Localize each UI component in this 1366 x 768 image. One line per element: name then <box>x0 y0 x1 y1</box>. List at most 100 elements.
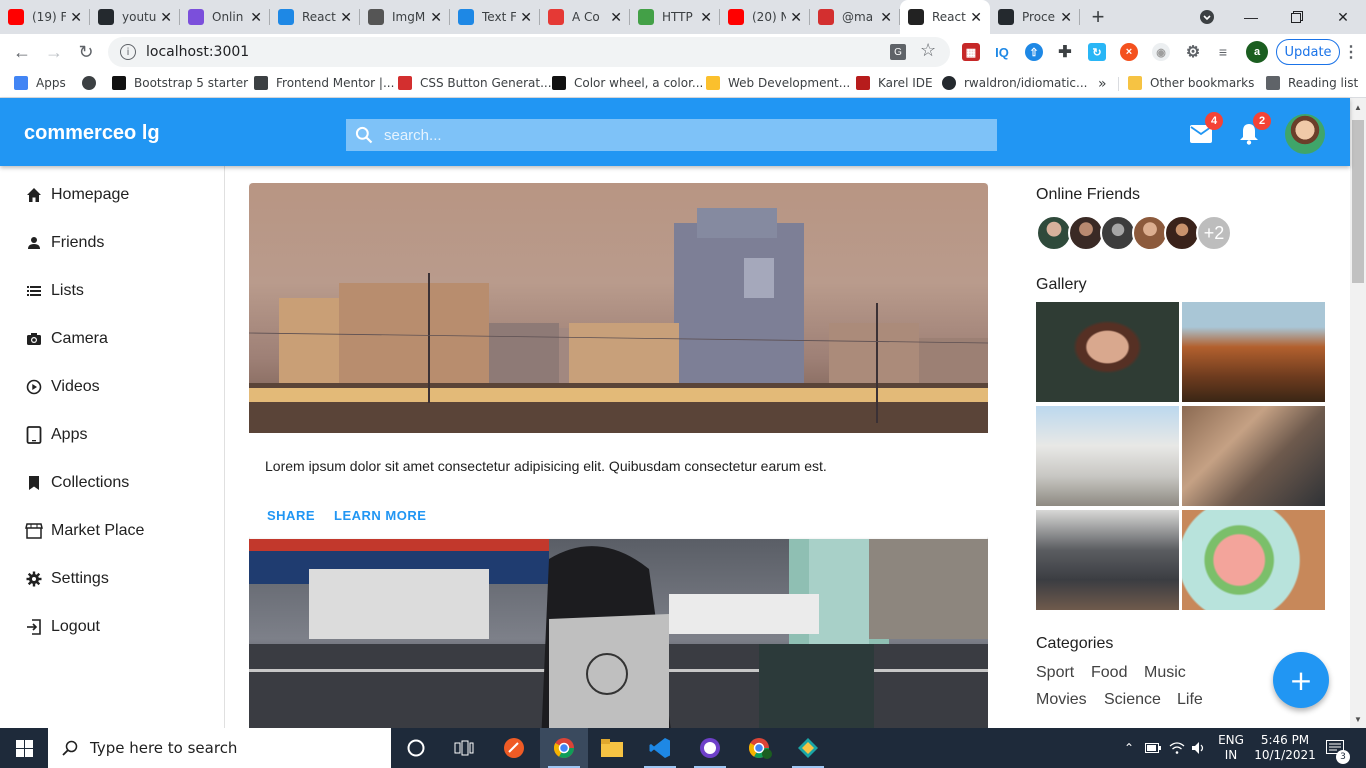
online-friend-avatar[interactable] <box>1068 215 1104 251</box>
sidebar-item-settings[interactable]: Settings <box>0 555 224 603</box>
tab-close-icon[interactable]: ✕ <box>430 9 442 26</box>
move-extension-icon[interactable]: ✚ <box>1056 43 1074 61</box>
category-chip-music[interactable]: Music <box>1144 664 1186 682</box>
extension-icon-5[interactable]: ↻ <box>1088 43 1106 61</box>
github-desktop-icon[interactable] <box>686 728 734 768</box>
category-chip-life[interactable]: Life <box>1177 691 1203 709</box>
minimize-icon[interactable]: — <box>1228 0 1274 34</box>
scrollbar-thumb[interactable] <box>1352 120 1364 283</box>
notifications-button[interactable]: 2 <box>1237 112 1271 146</box>
browser-tab[interactable]: Onlin ✕ <box>180 0 270 34</box>
extension-icon-1[interactable]: ▦ <box>962 43 980 61</box>
share-button[interactable]: SHARE <box>267 508 315 523</box>
iq-extension-icon[interactable]: IQ <box>993 43 1011 61</box>
bookmark-item[interactable] <box>82 76 104 90</box>
extension-icon-3[interactable]: ⇧ <box>1025 43 1043 61</box>
add-fab-button[interactable]: + <box>1273 652 1329 708</box>
page-scrollbar[interactable]: ▲ ▼ <box>1350 98 1366 728</box>
language-indicator[interactable]: ENG IN <box>1214 728 1248 768</box>
more-friends-avatar[interactable]: +2 <box>1196 215 1232 251</box>
gallery-image[interactable] <box>1036 406 1179 506</box>
tab-close-icon[interactable]: ✕ <box>970 9 982 26</box>
sidebar-item-friends[interactable]: Friends <box>0 219 224 267</box>
tab-close-icon[interactable]: ✕ <box>160 9 172 26</box>
gallery-image[interactable] <box>1182 510 1325 610</box>
bookmark-item[interactable]: Web Development... <box>706 76 850 90</box>
browser-tab[interactable]: @ma ✕ <box>810 0 900 34</box>
wifi-icon[interactable] <box>1168 728 1186 768</box>
forward-arrow-icon[interactable]: → <box>38 36 70 68</box>
tab-close-icon[interactable]: ✕ <box>790 9 802 26</box>
windows-start-button[interactable] <box>0 728 48 768</box>
browser-tab[interactable]: youtu ✕ <box>90 0 180 34</box>
bookmark-item[interactable]: Bootstrap 5 starter <box>112 76 248 90</box>
restore-icon[interactable] <box>1274 0 1320 34</box>
browser-tab[interactable]: ImgM ✕ <box>360 0 450 34</box>
bookmark-item[interactable]: Color wheel, a color... <box>552 76 703 90</box>
file-explorer-icon[interactable] <box>588 728 636 768</box>
bookmark-item[interactable]: Other bookmarks <box>1128 76 1254 90</box>
tab-close-icon[interactable]: ✕ <box>610 9 622 26</box>
reload-icon[interactable]: ↻ <box>70 36 102 68</box>
url-field[interactable]: i localhost:3001 G ☆ <box>108 37 950 67</box>
tab-search-icon[interactable] <box>1184 0 1230 34</box>
category-chip-food[interactable]: Food <box>1091 664 1127 682</box>
browser-tab[interactable]: HTTP ✕ <box>630 0 720 34</box>
volume-icon[interactable] <box>1190 728 1208 768</box>
bookmark-item[interactable]: Frontend Mentor |... <box>254 76 394 90</box>
translate-icon[interactable]: G <box>890 44 906 60</box>
extension-icon-6[interactable]: × <box>1120 43 1138 61</box>
browser-tab[interactable]: React ✕ <box>900 0 990 34</box>
chrome-menu-icon[interactable]: ⋮ <box>1342 43 1360 61</box>
online-friend-avatar[interactable] <box>1036 215 1072 251</box>
online-friend-avatar[interactable] <box>1132 215 1168 251</box>
search-input[interactable] <box>384 126 984 144</box>
browser-tab[interactable]: React ✕ <box>270 0 360 34</box>
sidebar-item-collections[interactable]: Collections <box>0 459 224 507</box>
tab-close-icon[interactable]: ✕ <box>70 9 82 26</box>
tab-close-icon[interactable]: ✕ <box>880 9 892 26</box>
info-icon[interactable]: i <box>120 44 136 60</box>
postman-icon[interactable] <box>490 728 538 768</box>
scroll-up-arrow-icon[interactable]: ▲ <box>1353 102 1363 112</box>
bookmark-item[interactable]: Reading list <box>1266 76 1358 90</box>
chrome-taskbar-icon[interactable] <box>540 728 588 768</box>
puzzle-extensions-icon[interactable]: ⚙ <box>1184 43 1202 61</box>
learn-more-button[interactable]: LEARN MORE <box>334 508 426 523</box>
search-box[interactable] <box>346 119 997 151</box>
battery-icon[interactable] <box>1144 728 1162 768</box>
bookmark-item[interactable]: Apps <box>14 76 66 90</box>
taskbar-search[interactable]: Type here to search <box>48 728 391 768</box>
category-chip-sport[interactable]: Sport <box>1036 664 1074 682</box>
tab-close-icon[interactable]: ✕ <box>250 9 262 26</box>
scroll-down-arrow-icon[interactable]: ▼ <box>1353 714 1363 724</box>
sidebar-item-lists[interactable]: Lists <box>0 267 224 315</box>
close-window-icon[interactable]: ✕ <box>1320 0 1366 34</box>
gallery-image[interactable] <box>1182 302 1325 402</box>
user-avatar[interactable] <box>1285 114 1325 154</box>
browser-tab[interactable]: (20) N ✕ <box>720 0 810 34</box>
new-tab-icon[interactable]: + <box>1080 0 1116 34</box>
bookmark-item[interactable]: CSS Button Generat... <box>398 76 552 90</box>
clock[interactable]: 5:46 PM 10/1/2021 <box>1254 728 1316 768</box>
online-friend-avatar[interactable] <box>1164 215 1200 251</box>
cortana-icon[interactable] <box>392 728 440 768</box>
gallery-image[interactable] <box>1036 510 1179 610</box>
browser-tab[interactable]: (19) F ✕ <box>0 0 90 34</box>
more-bookmarks-icon[interactable]: » <box>1098 76 1107 92</box>
update-button[interactable]: Update <box>1276 39 1340 65</box>
chrome-profile-icon[interactable] <box>736 728 784 768</box>
browser-tab[interactable]: Text F ✕ <box>450 0 540 34</box>
tab-close-icon[interactable]: ✕ <box>1060 9 1072 26</box>
sidebar-item-videos[interactable]: Videos <box>0 363 224 411</box>
gallery-image[interactable] <box>1036 302 1179 402</box>
extension-icon-7[interactable]: ◉ <box>1152 43 1170 61</box>
git-kraken-icon[interactable] <box>784 728 832 768</box>
sidebar-item-homepage[interactable]: Homepage <box>0 171 224 219</box>
sidebar-item-market-place[interactable]: Market Place <box>0 507 224 555</box>
vscode-icon[interactable] <box>636 728 684 768</box>
sidebar-item-apps[interactable]: Apps <box>0 411 224 459</box>
profile-avatar[interactable]: a <box>1246 41 1268 63</box>
task-view-icon[interactable] <box>440 728 488 768</box>
category-chip-movies[interactable]: Movies <box>1036 691 1087 709</box>
